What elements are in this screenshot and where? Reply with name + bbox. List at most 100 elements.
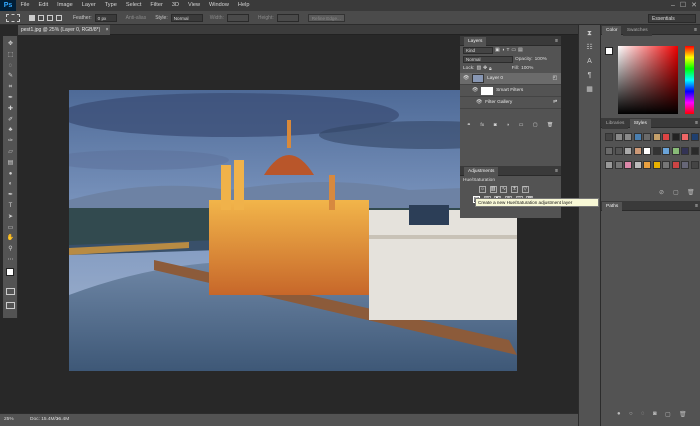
hue-slider[interactable] (685, 46, 694, 114)
filter-type-icon[interactable]: T (506, 48, 509, 53)
layer-row-filter-gallery[interactable]: 👁︎ Filter Gallery ⇌ (460, 97, 561, 109)
properties-panel-icon[interactable]: ☷ (584, 43, 595, 52)
style-swatch[interactable] (605, 147, 613, 155)
panel-menu-icon[interactable]: ≡ (695, 201, 698, 211)
panel-menu-icon[interactable]: ≡ (555, 36, 558, 46)
quick-mask-icon[interactable] (6, 288, 15, 295)
stroke-path-icon[interactable]: ○ (629, 411, 633, 417)
lasso-tool-icon[interactable]: ◌ (6, 62, 15, 70)
refine-edge-button[interactable]: Refine Edge... (307, 13, 345, 22)
style-swatch[interactable] (690, 161, 699, 169)
filter-smart-icon[interactable]: ▤ (518, 48, 523, 53)
panel-menu-icon[interactable]: ≡ (695, 118, 698, 128)
color-swatches[interactable] (6, 268, 18, 280)
style-swatch[interactable] (633, 147, 642, 155)
style-swatch[interactable] (643, 161, 651, 169)
filter-mask-thumbnail[interactable] (481, 86, 494, 95)
filter-options-icon[interactable]: ⇌ (553, 100, 557, 105)
foreground-color-swatch[interactable] (6, 268, 14, 276)
lock-all-icon[interactable]: 🔒︎ (489, 66, 492, 72)
width-input[interactable] (226, 13, 249, 22)
style-swatch[interactable] (681, 147, 689, 155)
document-image[interactable] (69, 90, 517, 371)
height-input[interactable] (276, 13, 299, 22)
style-swatch[interactable] (633, 133, 642, 141)
menu-file[interactable]: File (16, 0, 34, 11)
screen-mode-icon[interactable] (6, 302, 15, 309)
style-swatch[interactable] (671, 147, 680, 155)
lock-pixels-icon[interactable]: ▨ (476, 66, 481, 71)
more-tools-icon[interactable]: ⋯ (6, 256, 15, 264)
opacity-input[interactable]: 100% (535, 57, 547, 62)
visibility-eye-icon[interactable]: 👁︎ (463, 76, 469, 81)
style-swatch[interactable] (652, 133, 661, 141)
style-swatch[interactable] (614, 147, 623, 155)
filter-shape-icon[interactable]: ▭ (511, 48, 516, 53)
style-swatch[interactable] (643, 147, 651, 155)
mask-path-icon[interactable]: ◙ (653, 411, 657, 417)
doc-info[interactable]: Doc: 15.4M/15.4M (30, 417, 69, 422)
eraser-tool-icon[interactable]: ▱ (6, 148, 15, 156)
levels-icon[interactable]: ▥ (489, 186, 497, 193)
feather-input[interactable]: 0 px (94, 13, 117, 22)
style-swatch[interactable] (614, 161, 623, 169)
menu-type[interactable]: Type (100, 0, 121, 11)
layer-kind-filter[interactable]: Kind (463, 47, 493, 54)
fill-input[interactable]: 100% (521, 66, 533, 71)
menu-window[interactable]: Window (205, 0, 234, 11)
zoom-level[interactable]: 25% (4, 417, 14, 422)
panel-menu-icon[interactable]: ≡ (694, 25, 697, 35)
close-window-button[interactable]: ✕ (689, 0, 699, 11)
style-swatch[interactable] (671, 161, 680, 169)
add-mask-icon[interactable]: ◙ (494, 123, 497, 128)
antialias-checkbox[interactable]: Anti-alias (126, 15, 147, 21)
style-swatch[interactable] (643, 133, 651, 141)
layer-style-icon[interactable]: fx (480, 123, 484, 128)
style-swatch[interactable] (624, 147, 632, 155)
style-swatch[interactable] (652, 161, 661, 169)
eyedropper-tool-icon[interactable]: ✒ (6, 94, 15, 102)
new-group-icon[interactable]: ▭ (519, 123, 524, 128)
style-swatch[interactable] (662, 133, 670, 141)
tab-swatches[interactable]: Swatches (622, 26, 652, 36)
document-tab[interactable]: pest1.jpg @ 25% (Layer 0, RGB/8*) × (18, 25, 110, 35)
style-swatch[interactable] (690, 133, 699, 141)
tab-color[interactable]: Color (602, 26, 622, 36)
tab-libraries[interactable]: Libraries (602, 119, 629, 129)
restore-button[interactable]: ☐ (678, 0, 688, 11)
layer-name[interactable]: Layer 0 (487, 76, 503, 81)
foreground-swatch[interactable] (605, 47, 613, 55)
healing-brush-tool-icon[interactable]: ✚ (6, 105, 15, 113)
crop-tool-icon[interactable]: ⌗ (6, 83, 15, 91)
menu-layer[interactable]: Layer (77, 0, 100, 11)
menu-help[interactable]: Help (233, 0, 254, 11)
path-selection-icon[interactable]: ◌ (641, 411, 645, 417)
move-tool-icon[interactable]: ✥ (6, 40, 15, 48)
new-style-icon[interactable]: ▢ (673, 189, 679, 196)
menu-image[interactable]: Image (53, 0, 78, 11)
blend-mode-select[interactable]: Normal (463, 56, 513, 63)
menu-edit[interactable]: Edit (34, 0, 53, 11)
status-menu-arrow-icon[interactable]: > (56, 417, 59, 422)
visibility-eye-icon[interactable]: 👁︎ (472, 88, 478, 93)
new-selection-icon[interactable] (29, 14, 35, 21)
brightness-contrast-icon[interactable]: ☼ (479, 186, 486, 193)
clone-stamp-tool-icon[interactable]: ♣ (6, 126, 15, 134)
new-path-icon[interactable]: ▢ (665, 411, 671, 418)
style-clear-icon[interactable]: ⊘ (659, 189, 664, 196)
layer-row-layer0[interactable]: 👁︎ Layer 0 ◰ (460, 73, 561, 85)
style-swatch[interactable] (605, 133, 613, 141)
pen-tool-icon[interactable]: ✒ (6, 191, 15, 199)
style-swatch[interactable] (614, 133, 623, 141)
style-swatch[interactable] (662, 147, 670, 155)
filter-adjust-icon[interactable]: ◑ (502, 48, 505, 53)
dodge-tool-icon[interactable]: ◐ (6, 180, 15, 188)
marquee-tool-icon[interactable]: ⬚ (6, 51, 15, 59)
workspace-select[interactable]: Essentials (648, 14, 696, 23)
delete-path-icon[interactable]: 🗑︎ (679, 411, 687, 418)
subtract-selection-icon[interactable] (47, 14, 53, 21)
delete-layer-icon[interactable]: 🗑︎ (547, 123, 553, 128)
paragraph-panel-icon[interactable]: ¶ (584, 71, 595, 80)
shape-tool-icon[interactable]: ▭ (6, 224, 15, 232)
color-picker-field[interactable] (618, 46, 678, 114)
